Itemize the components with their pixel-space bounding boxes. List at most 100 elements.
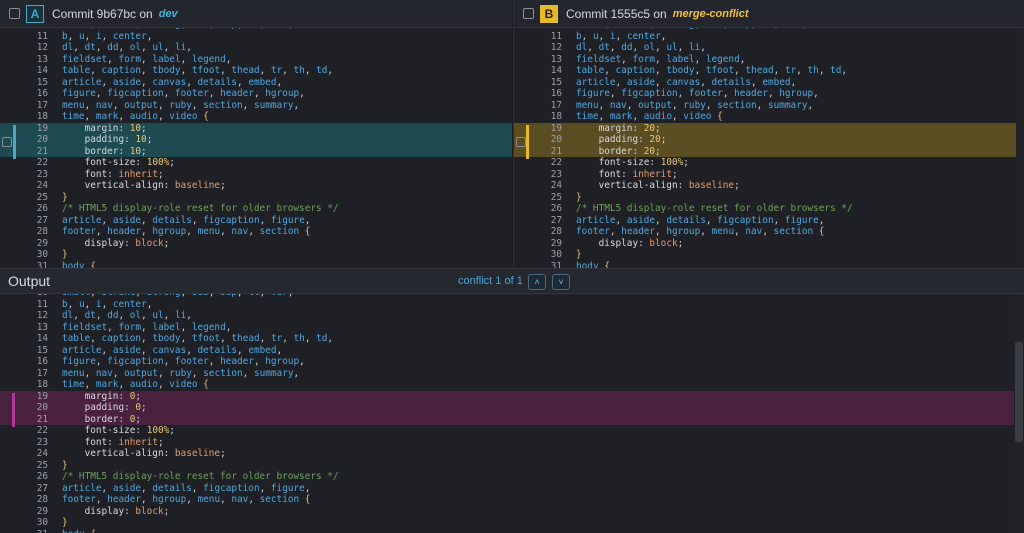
pane-a-badge: A (26, 4, 44, 23)
output-header: Output conflict 1 of 1 ˄ ˅ (0, 268, 1024, 294)
line-number: 12 (36, 42, 48, 53)
output-scrollbar-thumb[interactable] (1015, 342, 1023, 442)
line-text[interactable]: font-size: 100%; (62, 157, 175, 169)
line-number: 28 (550, 226, 562, 237)
line-text[interactable]: margin: 0; (62, 391, 141, 403)
line-text[interactable]: border: 20; (576, 146, 661, 158)
line-text[interactable]: figure, figcaption, footer, header, hgro… (62, 356, 305, 368)
line-text[interactable]: figure, figcaption, footer, header, hgro… (62, 88, 305, 100)
pane-b-scrollbar[interactable] (1016, 27, 1024, 268)
line-text[interactable]: table, caption, tbody, tfoot, thead, tr,… (62, 333, 333, 345)
code-line: 15 article, aside, canvas, details, embed… (514, 77, 1024, 89)
line-text[interactable]: article, aside, details, figcaption, fig… (62, 215, 310, 227)
line-text[interactable]: border: 10; (62, 146, 147, 158)
pane-a-select-all-checkbox[interactable] (9, 8, 20, 19)
line-text[interactable]: menu, nav, output, ruby, section, summar… (576, 100, 813, 112)
line-text[interactable]: } (62, 517, 68, 529)
pane-b-hunk-checkbox[interactable] (516, 137, 526, 147)
previous-conflict-button[interactable]: ˄ (528, 274, 546, 290)
line-text[interactable]: display: block; (62, 506, 170, 518)
line-text[interactable]: menu, nav, output, ruby, section, summar… (62, 368, 299, 380)
line-text[interactable]: /* HTML5 display-role reset for older br… (62, 203, 339, 215)
line-text[interactable]: border: 0; (62, 414, 141, 426)
line-text[interactable]: body { (576, 261, 610, 269)
line-text[interactable]: vertical-align: baseline; (62, 180, 226, 192)
line-text[interactable]: vertical-align: baseline; (62, 448, 226, 460)
line-number: 11 (36, 30, 48, 42)
line-text[interactable]: font: inherit; (576, 169, 678, 181)
line-text[interactable]: margin: 20; (576, 123, 661, 135)
code-line: 30} (0, 517, 1024, 529)
line-text[interactable]: body { (62, 529, 96, 533)
line-text[interactable]: } (62, 460, 68, 472)
line-text[interactable]: fieldset, form, label, legend, (576, 54, 745, 66)
code-line: 17 menu, nav, output, ruby, section, summ… (514, 100, 1024, 112)
line-text[interactable]: /* HTML5 display-role reset for older br… (62, 471, 339, 483)
code-line: 14 table, caption, tbody, tfoot, thead, t… (0, 333, 1024, 345)
line-text[interactable]: figure, figcaption, footer, header, hgro… (576, 88, 819, 100)
line-text[interactable]: time, mark, audio, video { (62, 379, 209, 391)
line-text[interactable]: footer, header, hgroup, menu, nav, secti… (62, 494, 310, 506)
line-text[interactable]: time, mark, audio, video { (576, 111, 723, 123)
line-number: 20 (36, 402, 48, 413)
line-number: 21 (36, 413, 48, 425)
code-line: 25} (514, 192, 1024, 204)
line-text[interactable]: padding: 0; (62, 402, 147, 414)
line-text[interactable]: display: block; (576, 238, 684, 250)
line-number: 15 (36, 76, 48, 88)
line-text[interactable]: dl, dt, dd, ol, ul, li, (62, 42, 192, 54)
line-text[interactable]: /* HTML5 display-role reset for older br… (576, 203, 853, 215)
line-text[interactable]: b, u, i, center, (62, 299, 152, 311)
code-line: 18 time, mark, audio, video { (0, 111, 512, 123)
line-text[interactable]: b, u, i, center, (576, 31, 666, 43)
line-text[interactable]: article, aside, canvas, details, embed, (576, 77, 796, 89)
line-text[interactable]: article, aside, canvas, details, embed, (62, 345, 282, 357)
conflict-line: 21 border: 10; (0, 145, 512, 158)
line-text[interactable]: } (62, 192, 68, 204)
code-line: 25} (0, 192, 512, 204)
line-text[interactable]: font: inherit; (62, 169, 164, 181)
line-text[interactable]: } (576, 192, 582, 204)
code-line: 24 vertical-align: baseline; (514, 180, 1024, 192)
line-text[interactable]: fieldset, form, label, legend, (62, 54, 231, 66)
pane-a-hunk-checkbox[interactable] (2, 137, 12, 147)
line-text[interactable]: menu, nav, output, ruby, section, summar… (62, 100, 299, 112)
line-text[interactable]: footer, header, hgroup, menu, nav, secti… (62, 226, 310, 238)
code-line: 23 font: inherit; (514, 169, 1024, 181)
line-text[interactable]: body { (62, 261, 96, 269)
pane-b: B Commit 1555c5 on merge-conflict 10smal… (513, 0, 1024, 268)
code-line: 18 time, mark, audio, video { (0, 379, 1024, 391)
line-text[interactable]: article, aside, details, figcaption, fig… (62, 483, 310, 495)
line-text[interactable]: margin: 10; (62, 123, 147, 135)
line-text[interactable]: b, u, i, center, (62, 31, 152, 43)
line-text[interactable]: table, caption, tbody, tfoot, thead, tr,… (576, 65, 847, 77)
line-text[interactable]: article, aside, canvas, details, embed, (62, 77, 282, 89)
line-text[interactable]: } (62, 249, 68, 261)
line-text[interactable]: time, mark, audio, video { (62, 111, 209, 123)
code-line: 23 font: inherit; (0, 437, 1024, 449)
line-text[interactable]: table, caption, tbody, tfoot, thead, tr,… (62, 65, 333, 77)
line-text[interactable]: padding: 10; (62, 134, 153, 146)
output-scrollbar[interactable] (1014, 292, 1024, 533)
line-number: 17 (550, 99, 562, 111)
line-text[interactable]: font: inherit; (62, 437, 164, 449)
line-number: 27 (36, 482, 48, 494)
line-text[interactable]: font-size: 100%; (576, 157, 689, 169)
line-text[interactable]: } (576, 249, 582, 261)
line-text[interactable]: dl, dt, dd, ol, ul, li, (62, 310, 192, 322)
line-number: 30 (550, 249, 562, 260)
line-text[interactable]: padding: 20; (576, 134, 667, 146)
code-line: 12 dl, dt, dd, ol, ul, li, (0, 310, 1024, 322)
line-number: 24 (36, 180, 48, 191)
line-text[interactable]: display: block; (62, 238, 170, 250)
pane-b-select-all-checkbox[interactable] (523, 8, 534, 19)
next-conflict-button[interactable]: ˅ (552, 274, 570, 290)
line-number: 30 (36, 517, 48, 528)
line-text[interactable]: article, aside, details, figcaption, fig… (576, 215, 824, 227)
line-text[interactable]: fieldset, form, label, legend, (62, 322, 231, 334)
line-text[interactable]: font-size: 100%; (62, 425, 175, 437)
line-text[interactable]: dl, dt, dd, ol, ul, li, (576, 42, 706, 54)
code-line: 27 article, aside, details, figcaption, f… (0, 483, 1024, 495)
line-text[interactable]: footer, header, hgroup, menu, nav, secti… (576, 226, 824, 238)
line-text[interactable]: vertical-align: baseline; (576, 180, 740, 192)
